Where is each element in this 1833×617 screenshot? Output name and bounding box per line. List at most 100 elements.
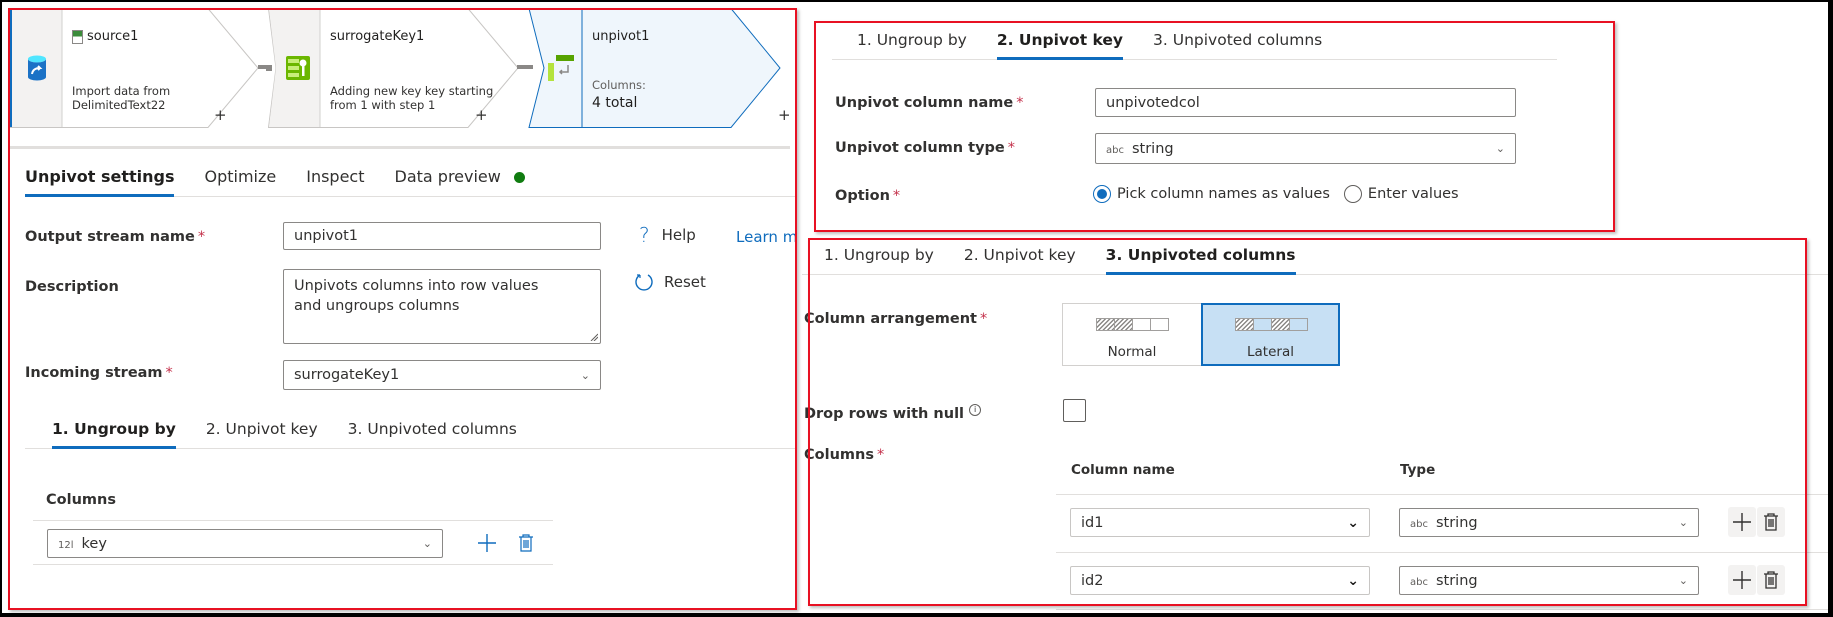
radio-selected-icon <box>1093 185 1111 203</box>
surrogate-key-icon <box>276 8 320 128</box>
output-stream-label: Output stream name * <box>25 229 206 245</box>
chevron-down-icon: ⌄ <box>1678 516 1688 529</box>
column-arrangement-picker: Normal Lateral <box>1062 303 1342 366</box>
add-transform-button[interactable]: + <box>214 106 227 124</box>
node-description: Adding new key key starting from 1 with … <box>330 84 494 112</box>
chevron-down-icon: ⌄ <box>1495 142 1505 155</box>
pipeline-divider <box>8 146 790 149</box>
row-divider <box>33 520 553 521</box>
tab-ungroup-by[interactable]: 1. Ungroup by <box>824 246 934 274</box>
unpivot-column-name-input[interactable]: unpivotedcol <box>1095 88 1516 117</box>
delete-column-button[interactable] <box>1757 507 1785 537</box>
screenshot-canvas: source1 Import data from DelimitedText22… <box>2 2 1828 613</box>
add-column-button[interactable] <box>473 528 501 558</box>
delete-column-button[interactable] <box>512 528 540 558</box>
columns-label: Columns <box>46 492 116 508</box>
radio-enter-values[interactable]: Enter values <box>1343 185 1459 203</box>
chevron-down-icon: ⌄ <box>1678 574 1688 587</box>
column-name-header: Column name <box>1071 462 1175 478</box>
pipeline-node-unpivot1[interactable]: unpivot1 Columns: 4 total + <box>526 8 791 128</box>
learn-more-link[interactable]: Learn more <box>736 228 795 246</box>
node-description: Columns: 4 total <box>592 78 646 111</box>
incoming-stream-label: Incoming stream * <box>25 365 173 381</box>
unpivot-column-name-label: Unpivot column name * <box>835 95 1024 111</box>
row-divider <box>33 564 553 565</box>
add-column-button[interactable] <box>1728 565 1756 595</box>
string-type-icon: abc <box>1106 144 1124 156</box>
incoming-stream-select[interactable]: surrogateKey1 ⌄ <box>283 360 601 390</box>
pipeline-node-source1[interactable]: source1 Import data from DelimitedText22… <box>8 8 260 128</box>
plus-icon <box>1733 513 1751 531</box>
settings-tabs: Unpivot settings Optimize Inspect Data p… <box>25 167 795 197</box>
help-button[interactable]: ? Help <box>639 223 696 247</box>
column-type-select[interactable]: abc string ⌄ <box>1399 566 1699 595</box>
drop-rows-null-label: Drop rows with null i <box>804 404 982 422</box>
integer-type-icon: 12l <box>58 539 74 551</box>
column-name-select[interactable]: id2 ⌄ <box>1070 566 1370 595</box>
node-title: source1 <box>87 29 139 44</box>
normal-arrangement-icon <box>1096 318 1169 332</box>
option-label: Option * <box>835 188 901 204</box>
tab-inspect[interactable]: Inspect <box>306 167 364 196</box>
tab-unpivot-settings[interactable]: Unpivot settings <box>25 167 175 197</box>
csv-file-icon <box>72 29 83 44</box>
radio-pick-column-names[interactable]: Pick column names as values <box>1093 185 1330 203</box>
row-divider <box>1056 609 1828 610</box>
tab-unpivot-key[interactable]: 2. Unpivot key <box>996 31 1124 60</box>
trash-icon <box>519 534 533 552</box>
option-radio-group: Pick column names as values Enter values <box>1093 185 1473 203</box>
info-icon[interactable]: i <box>969 404 982 416</box>
reset-icon <box>635 274 653 291</box>
column-name-select[interactable]: id1 ⌄ <box>1070 508 1370 537</box>
columns-required-label: Columns * <box>804 447 885 463</box>
database-import-icon <box>12 8 62 128</box>
pipeline-node-surrogatekey1[interactable]: surrogateKey1 Adding new key key startin… <box>266 8 524 128</box>
trash-icon <box>1764 513 1778 531</box>
trash-icon <box>1764 571 1778 589</box>
column-type-select[interactable]: abc string ⌄ <box>1399 508 1699 537</box>
arrangement-normal-option[interactable]: Normal <box>1062 303 1202 366</box>
description-textarea[interactable]: Unpivots columns into row values and ung… <box>283 269 601 344</box>
tab-data-preview[interactable]: Data preview <box>395 167 525 196</box>
column-arrangement-label: Column arrangement * <box>804 311 988 327</box>
tab-ungroup-by[interactable]: 1. Ungroup by <box>857 31 967 59</box>
plus-icon <box>478 534 496 552</box>
pipeline-canvas: source1 Import data from DelimitedText22… <box>8 6 791 130</box>
chevron-down-icon: ⌄ <box>1347 572 1359 589</box>
unpivot-icon <box>540 8 582 128</box>
tab-optimize[interactable]: Optimize <box>204 167 276 196</box>
tab-unpivoted-columns[interactable]: 3. Unpivoted columns <box>1153 31 1322 59</box>
step-tabs-left: 1. Ungroup by 2. Unpivot key 3. Unpivote… <box>25 420 795 449</box>
delete-column-button[interactable] <box>1757 565 1785 595</box>
step-tabs-unpivoted-columns: 1. Ungroup by 2. Unpivot key 3. Unpivote… <box>802 246 1828 275</box>
tab-unpivot-key[interactable]: 2. Unpivot key <box>964 246 1076 274</box>
description-label: Description <box>25 279 119 295</box>
step-tabs-unpivot-key: 1. Ungroup by 2. Unpivot key 3. Unpivote… <box>832 31 1557 60</box>
output-stream-input[interactable]: unpivot1 <box>283 222 601 250</box>
type-header: Type <box>1400 462 1436 478</box>
add-transform-button[interactable]: + <box>778 106 791 124</box>
tab-unpivoted-columns[interactable]: 3. Unpivoted columns <box>348 420 517 448</box>
plus-icon <box>1733 571 1751 589</box>
unpivot-column-type-select[interactable]: abc string ⌄ <box>1095 133 1516 164</box>
tab-unpivoted-columns[interactable]: 3. Unpivoted columns <box>1105 246 1296 275</box>
reset-button[interactable]: Reset <box>634 272 706 292</box>
drop-rows-null-checkbox[interactable] <box>1063 399 1086 422</box>
node-title: unpivot1 <box>592 29 650 44</box>
arrangement-lateral-option[interactable]: Lateral <box>1201 303 1340 366</box>
add-transform-button[interactable]: + <box>475 106 488 124</box>
add-column-button[interactable] <box>1728 507 1756 537</box>
ungroup-column-select[interactable]: 12l key ⌄ <box>47 529 443 558</box>
tab-ungroup-by[interactable]: 1. Ungroup by <box>52 420 176 449</box>
tab-unpivot-key[interactable]: 2. Unpivot key <box>206 420 318 448</box>
chevron-down-icon: ⌄ <box>1347 514 1359 531</box>
string-type-icon: abc <box>1410 576 1428 588</box>
resize-grip-icon[interactable] <box>590 333 598 341</box>
lateral-arrangement-icon <box>1234 318 1308 332</box>
chevron-down-icon: ⌄ <box>422 537 432 550</box>
string-type-icon: abc <box>1410 518 1428 530</box>
unpivot-column-type-label: Unpivot column type * <box>835 140 1016 156</box>
chevron-down-icon: ⌄ <box>580 368 590 382</box>
status-dot-icon <box>513 172 525 183</box>
row-divider <box>1056 552 1828 553</box>
